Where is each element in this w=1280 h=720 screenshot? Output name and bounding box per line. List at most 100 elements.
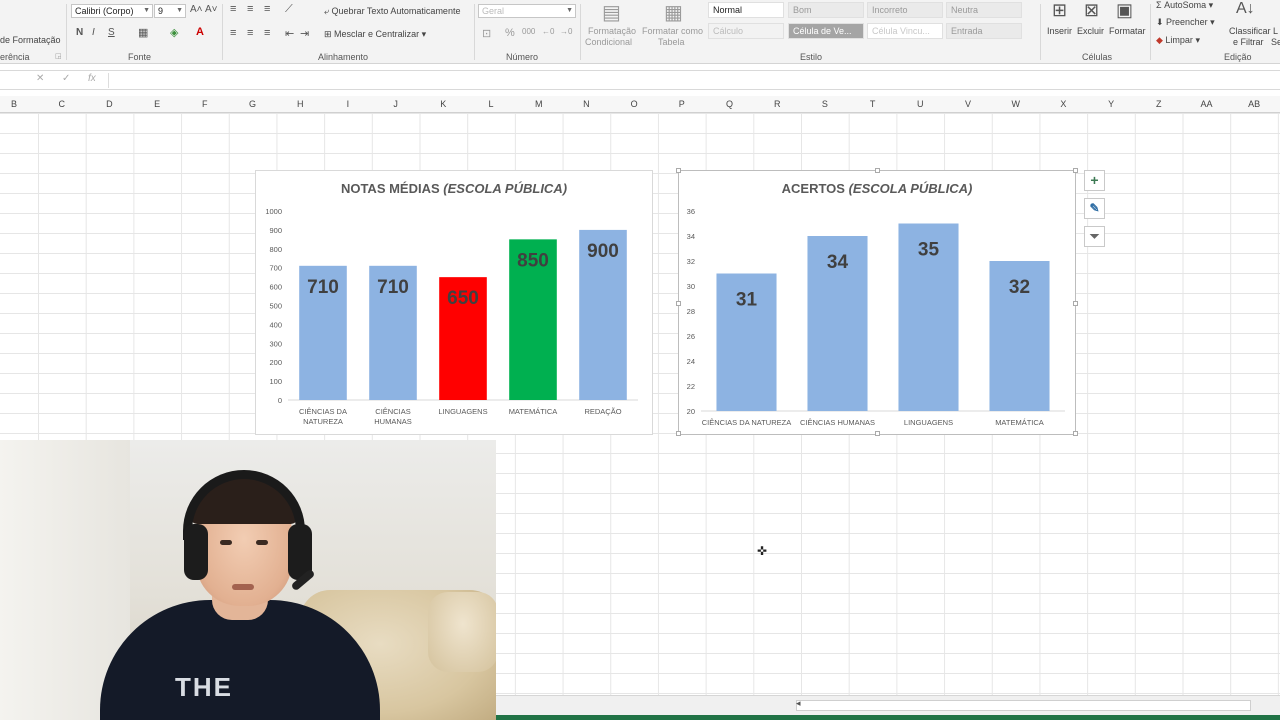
resize-handle[interactable] (676, 301, 681, 306)
cells-group-label: Células (1082, 52, 1113, 62)
currency-icon[interactable]: ⊡ (482, 27, 491, 40)
font-color-icon[interactable]: A (196, 26, 204, 38)
cancel-icon[interactable]: ✕ (36, 73, 44, 84)
italic-button[interactable]: I (92, 27, 95, 38)
format-painter-label[interactable]: de Formatação (0, 35, 61, 45)
scroll-left-icon[interactable]: ◂ (796, 698, 801, 709)
column-header-u[interactable]: U (917, 99, 924, 109)
style-normal[interactable]: Normal (708, 2, 784, 18)
orientation-icon[interactable]: ⟋ (285, 3, 293, 16)
column-header-x[interactable]: X (1060, 99, 1066, 109)
column-header-v[interactable]: V (965, 99, 971, 109)
column-header-g[interactable]: G (249, 99, 256, 109)
font-size-combo[interactable]: 9 ▼ (154, 4, 186, 18)
align-top-icon[interactable]: ≡ (230, 3, 236, 15)
resize-handle[interactable] (676, 168, 681, 173)
shrink-font-icon[interactable]: A˅ (205, 4, 218, 15)
column-header-aa[interactable]: AA (1200, 99, 1212, 109)
fill-color-icon[interactable]: ◈ (170, 26, 178, 39)
decrease-indent-icon[interactable]: ⇤ (285, 27, 294, 40)
insert-function-icon[interactable]: fx (88, 73, 96, 84)
style-celula-vinculada[interactable]: Célula Vincu... (867, 23, 943, 39)
align-center-icon[interactable]: ≡ (247, 27, 253, 39)
column-header-l[interactable]: L (488, 99, 493, 109)
find-select-label-2[interactable]: Se (1271, 37, 1280, 47)
resize-handle[interactable] (1073, 168, 1078, 173)
chart-filters-button[interactable]: ⏷ (1084, 226, 1105, 247)
column-header-d[interactable]: D (106, 99, 113, 109)
conditional-format-label-2[interactable]: Condicional (585, 37, 632, 47)
merge-center-button[interactable]: ⊞ Mesclar e Centralizar ▾ (324, 29, 426, 40)
increase-indent-icon[interactable]: ⇥ (300, 27, 309, 40)
style-entrada[interactable]: Entrada (946, 23, 1022, 39)
column-header-c[interactable]: C (58, 99, 65, 109)
style-incorreto[interactable]: Incorreto (867, 2, 943, 18)
column-header-f[interactable]: F (202, 99, 208, 109)
align-middle-icon[interactable]: ≡ (247, 3, 253, 15)
style-celula-verificacao[interactable]: Célula de Ve... (788, 23, 864, 39)
column-header-b[interactable]: B (11, 99, 17, 109)
column-header-n[interactable]: N (583, 99, 590, 109)
horizontal-scrollbar[interactable]: ◂ (496, 695, 1280, 715)
percent-icon[interactable]: % (505, 27, 515, 39)
column-header-i[interactable]: I (347, 99, 350, 109)
clear-button[interactable]: ◆ Limpar ▾ (1156, 35, 1200, 46)
column-header-w[interactable]: W (1011, 99, 1020, 109)
resize-handle[interactable] (875, 431, 880, 436)
format-table-label-1[interactable]: Formatar como (642, 26, 703, 36)
column-header-e[interactable]: E (154, 99, 160, 109)
delete-button[interactable]: Excluir (1077, 26, 1104, 36)
resize-handle[interactable] (875, 168, 880, 173)
column-header-t[interactable]: T (870, 99, 876, 109)
sort-filter-label-2[interactable]: e Filtrar (1233, 37, 1264, 47)
chart-elements-button[interactable]: + (1084, 170, 1105, 191)
align-bottom-icon[interactable]: ≡ (264, 3, 270, 15)
conditional-format-label-1[interactable]: Formatação (588, 26, 636, 36)
sort-filter-label-1[interactable]: Classificar (1229, 26, 1271, 36)
format-table-label-2[interactable]: Tabela (658, 37, 685, 47)
column-header-s[interactable]: S (822, 99, 828, 109)
column-header-y[interactable]: Y (1108, 99, 1114, 109)
column-header-r[interactable]: R (774, 99, 781, 109)
resize-handle[interactable] (676, 431, 681, 436)
column-header-z[interactable]: Z (1156, 99, 1162, 109)
style-calculo[interactable]: Cálculo (708, 23, 784, 39)
formula-input[interactable] (108, 73, 1278, 88)
clipboard-dialog-launcher-icon[interactable]: ◲ (55, 52, 62, 60)
autosum-button[interactable]: Σ AutoSoma ▾ (1156, 0, 1213, 11)
scroll-track[interactable] (796, 700, 1251, 711)
insert-button[interactable]: Inserir (1047, 26, 1072, 36)
column-header-ab[interactable]: AB (1248, 99, 1260, 109)
wrap-text-button[interactable]: ⤶ Quebrar Texto Automaticamente (324, 6, 460, 17)
bold-button[interactable]: N (76, 27, 83, 38)
style-neutra[interactable]: Neutra (946, 2, 1022, 18)
grow-font-icon[interactable]: A˄ (190, 4, 203, 15)
borders-icon[interactable]: ▦ (138, 26, 148, 39)
column-header-q[interactable]: Q (726, 99, 733, 109)
resize-handle[interactable] (1073, 431, 1078, 436)
find-select-label-1[interactable]: L (1273, 26, 1278, 36)
chart-acertos[interactable]: ACERTOS (ESCOLA PÚBLICA) 20 22 24 26 28 30 32 3… (676, 168, 1078, 436)
align-left-icon[interactable]: ≡ (230, 27, 236, 39)
format-button[interactable]: Formatar (1109, 26, 1146, 36)
column-header-p[interactable]: P (679, 99, 685, 109)
group-separator (1150, 4, 1151, 60)
column-header-m[interactable]: M (535, 99, 543, 109)
underline-button[interactable]: S (108, 27, 115, 38)
chart-notas-medias[interactable]: NOTAS MÉDIAS (ESCOLA PÚBLICA) 0 100 200 300… (255, 170, 653, 435)
align-right-icon[interactable]: ≡ (264, 27, 270, 39)
fill-button[interactable]: ⬇ Preencher ▾ (1156, 17, 1215, 28)
chart-styles-button[interactable]: ✎ (1084, 198, 1105, 219)
thousands-icon[interactable]: 000 (522, 27, 535, 36)
column-header-h[interactable]: H (297, 99, 304, 109)
increase-decimal-icon[interactable]: ←0 (542, 27, 554, 36)
font-name-combo[interactable]: Calibri (Corpo) ▼ (71, 4, 153, 18)
column-header-k[interactable]: K (440, 99, 446, 109)
decrease-decimal-icon[interactable]: →0 (560, 27, 572, 36)
column-header-j[interactable]: J (393, 99, 398, 109)
resize-handle[interactable] (1073, 301, 1078, 306)
confirm-icon[interactable]: ✓ (62, 73, 70, 84)
number-format-combo[interactable]: Geral ▼ (478, 4, 576, 18)
style-bom[interactable]: Bom (788, 2, 864, 18)
column-header-o[interactable]: O (631, 99, 638, 109)
